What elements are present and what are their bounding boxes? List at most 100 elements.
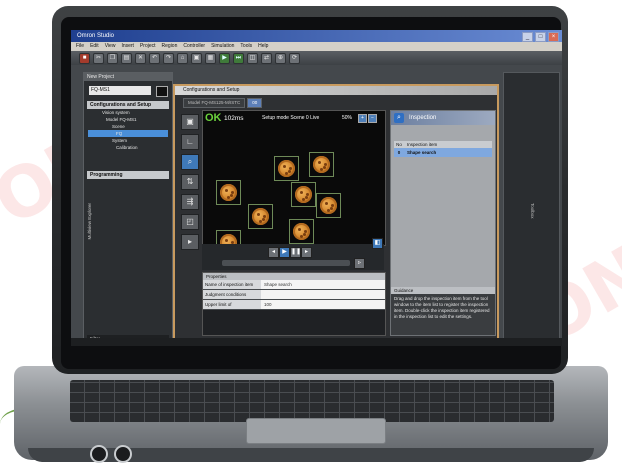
cookie-shape xyxy=(278,160,295,177)
copy-icon[interactable]: ❐ xyxy=(107,52,118,64)
property-value[interactable]: Shape search xyxy=(261,280,385,289)
run-icon[interactable]: ▶ xyxy=(219,52,230,64)
device-select[interactable]: FQ-MS1 xyxy=(89,86,151,95)
undo-icon[interactable]: ↶ xyxy=(149,52,160,64)
cut-icon[interactable]: ✂ xyxy=(93,52,104,64)
stop-icon[interactable]: ■ xyxy=(79,52,90,64)
redo-icon[interactable]: ↷ xyxy=(163,52,174,64)
detected-object[interactable] xyxy=(291,182,316,207)
property-row[interactable]: Judgment conditions xyxy=(203,290,385,300)
config-tabs: Model FQ-MS125-M/ISTC 00 xyxy=(183,98,263,108)
section-programming[interactable]: Programming xyxy=(87,171,169,179)
inspection-icon: ⌕ xyxy=(394,113,404,123)
menu-edit[interactable]: Edit xyxy=(90,42,99,51)
pause-icon[interactable]: ❚❚ xyxy=(290,247,301,258)
tab-model[interactable]: Model FQ-MS125-M/ISTC xyxy=(183,98,246,108)
explorer-header: New Project xyxy=(84,73,172,81)
detected-object[interactable] xyxy=(309,152,334,177)
menu-tools[interactable]: Tools xyxy=(240,42,252,51)
zoom-level: 50% xyxy=(342,115,353,121)
guidance-text: Drag and drop the inspection item from t… xyxy=(394,296,490,319)
flow-tool-icon[interactable]: ⇶ xyxy=(181,194,199,210)
menu-file[interactable]: File xyxy=(76,42,84,51)
audio-port-icon xyxy=(114,445,132,463)
section-configurations[interactable]: Configurations and Setup xyxy=(87,101,169,109)
menu-help[interactable]: Help xyxy=(258,42,268,51)
mode-label: Setup mode Scene 0 Live xyxy=(262,115,320,121)
tree-item-system[interactable]: System xyxy=(88,137,168,144)
image-tool-icon[interactable]: ▣ xyxy=(181,114,199,130)
tree-item-model[interactable]: Model FQ-MS1 xyxy=(88,116,168,123)
detected-object[interactable] xyxy=(274,156,299,181)
inspection-row-no: 0 xyxy=(397,150,401,155)
region-tool-icon[interactable]: ◰ xyxy=(181,214,199,230)
inspection-row-item: Shape search xyxy=(407,150,437,155)
close-button[interactable]: × xyxy=(548,32,559,42)
touchpad xyxy=(246,418,386,444)
step-icon[interactable]: ⏭ xyxy=(233,52,244,64)
cookie-shape xyxy=(252,208,269,225)
inspection-list: No Inspection item 0 Shape search xyxy=(394,141,492,157)
adjust-tool-icon[interactable]: ⇅ xyxy=(181,174,199,190)
monitor-icon[interactable]: ◫ xyxy=(247,52,258,64)
slider-end-icon[interactable]: ▹ xyxy=(354,258,365,269)
measure-tool-icon[interactable]: ∟ xyxy=(181,134,199,150)
menu-region[interactable]: Region xyxy=(162,42,178,51)
menu-insert[interactable]: Insert xyxy=(121,42,134,51)
next-frame-icon[interactable]: ▸ xyxy=(301,247,312,258)
minimize-button[interactable]: _ xyxy=(522,32,533,42)
tree-item-calibration[interactable]: Calibration xyxy=(88,144,168,151)
inspection-title: Inspection xyxy=(409,115,437,121)
guidance-header: Guidance xyxy=(391,287,495,294)
maximize-button[interactable]: □ xyxy=(535,32,546,42)
detected-object[interactable] xyxy=(316,193,341,218)
inspection-panel: ⌕ Inspection No Inspection item 0 Shape … xyxy=(390,110,496,336)
tab-scene[interactable]: 00 xyxy=(247,98,263,108)
property-value[interactable]: 100 xyxy=(261,300,385,309)
status-bar xyxy=(71,338,562,346)
cookie-shape xyxy=(220,184,237,201)
tree-item-scene[interactable]: Scene xyxy=(88,123,168,130)
play-icon[interactable]: ▶ xyxy=(279,247,290,258)
device-toggle-button[interactable] xyxy=(156,86,168,97)
save-icon[interactable]: ▣ xyxy=(191,52,202,64)
prev-frame-icon[interactable]: ◂ xyxy=(268,247,279,258)
menu-simulation[interactable]: Simulation xyxy=(211,42,234,51)
property-row[interactable]: Name of inspection item Shape search xyxy=(203,280,385,290)
app-title: Omron Studio xyxy=(77,33,115,39)
zoom-out-icon[interactable]: − xyxy=(368,114,377,123)
detected-object[interactable] xyxy=(216,180,241,205)
audio-port-icon xyxy=(90,445,108,463)
toolbox-panel: Toolbox xyxy=(503,72,560,346)
build-icon[interactable]: ▦ xyxy=(205,52,216,64)
menu-bar: File Edit View Insert Project Region Con… xyxy=(71,42,562,51)
frame-slider[interactable] xyxy=(222,260,350,266)
property-value[interactable] xyxy=(261,290,385,299)
tree-item-fq[interactable]: FQ xyxy=(88,130,168,137)
guidance-panel: Guidance Drag and drop the inspection it… xyxy=(391,287,495,335)
zoom-in-icon[interactable]: + xyxy=(358,114,367,123)
paste-icon[interactable]: ▤ xyxy=(121,52,132,64)
link-icon[interactable]: ⇄ xyxy=(261,52,272,64)
run-test-icon[interactable]: ▸ xyxy=(181,234,199,250)
detected-object[interactable] xyxy=(289,219,314,244)
delete-icon[interactable]: ✕ xyxy=(135,52,146,64)
detected-object[interactable] xyxy=(248,204,273,229)
menu-controller[interactable]: Controller xyxy=(183,42,205,51)
menu-project[interactable]: Project xyxy=(140,42,156,51)
property-key: Name of inspection item xyxy=(203,280,261,289)
zoom-icon[interactable]: ⊕ xyxy=(275,52,286,64)
refresh-icon[interactable]: ⟳ xyxy=(289,52,300,64)
property-row[interactable]: Upper limit of 100 xyxy=(203,300,385,310)
inspect-tool-icon[interactable]: ⌕ xyxy=(181,154,199,170)
cookie-shape xyxy=(313,156,330,173)
menu-view[interactable]: View xyxy=(105,42,116,51)
home-icon[interactable]: ⌂ xyxy=(177,52,188,64)
tree-item-vision-system[interactable]: Vision system xyxy=(88,109,168,116)
properties-panel: Properties Name of inspection item Shape… xyxy=(202,272,386,336)
col-no: No xyxy=(396,142,402,147)
inspection-row[interactable]: 0 Shape search xyxy=(394,148,492,157)
cookie-shape xyxy=(320,197,337,214)
measurement-status-bar: OK 102ms Setup mode Scene 0 Live 50% + − xyxy=(202,111,384,125)
capture-icon[interactable]: ◧ xyxy=(372,238,383,249)
